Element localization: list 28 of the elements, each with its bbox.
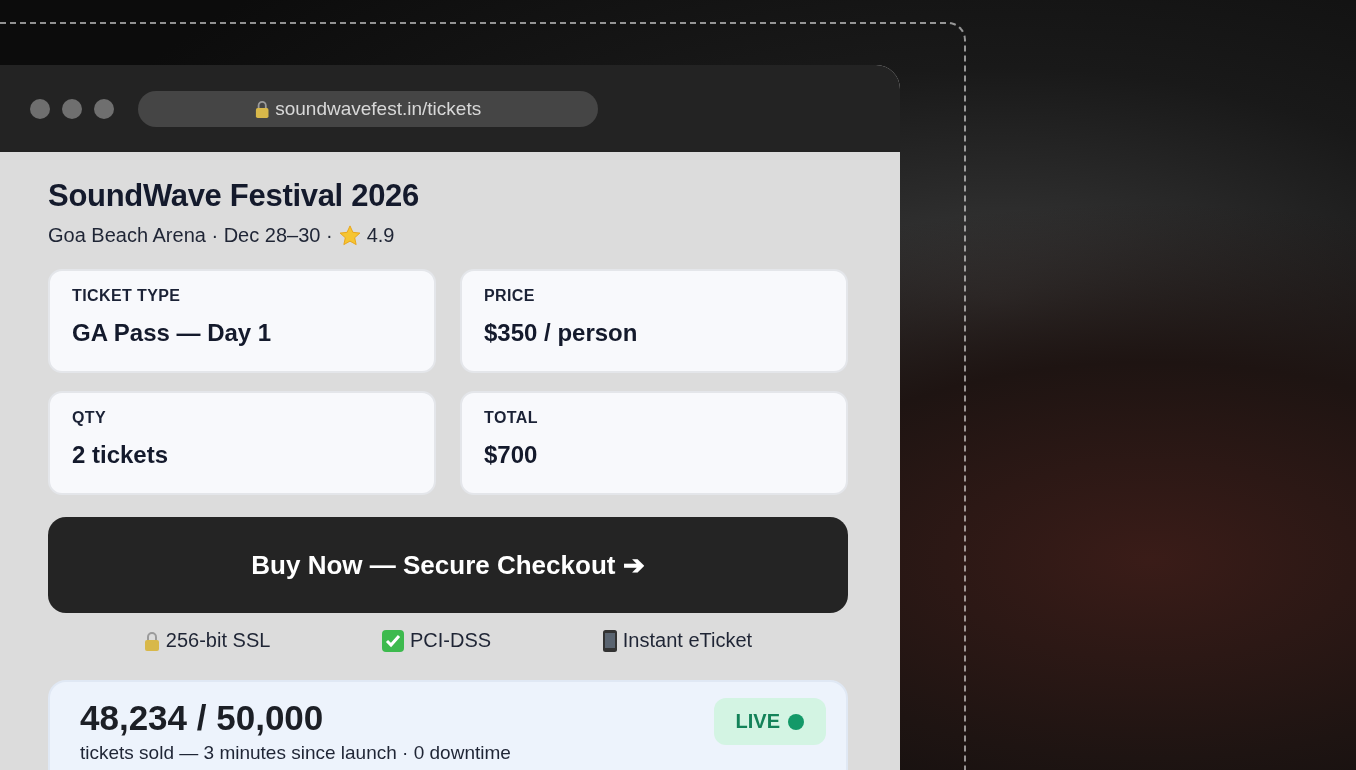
card-value: $350 / person [484,319,639,347]
url-text: soundwavefest.in/tickets [275,97,482,120]
lock-icon [143,630,160,651]
window-dot[interactable] [62,98,82,119]
card-label: TICKET TYPE [72,287,182,305]
card-label: TOTAL [484,409,539,427]
window-dot[interactable] [30,98,50,119]
rating-text: 4.9 [366,224,395,247]
window-dot[interactable] [94,98,114,119]
card-label: PRICE [484,287,536,305]
star-icon [338,224,361,247]
event-title: SoundWave Festival 2026 [48,178,420,214]
sold-caption: tickets sold — 3 minutes since launch · 0 downtime [80,742,511,764]
check-icon [382,629,404,652]
sold-count: 48,234 / 50,000 [80,698,325,738]
event-details: Goa Beach Arena · Dec 28–30 · [48,224,333,247]
live-text: LIVE [735,710,780,733]
phone-icon [602,629,617,652]
address-bar[interactable]: soundwavefest.in/tickets [138,90,598,127]
trust-text: PCI-DSS [410,629,492,652]
lock-icon [254,99,270,118]
trust-text: 256-bit SSL [165,629,271,652]
card-label: QTY [72,409,108,427]
card-value: 2 tickets [72,441,170,469]
card-value: GA Pass — Day 1 [72,319,273,347]
checkout-button[interactable]: Buy Now — Secure Checkout ➔ [48,517,848,613]
card-value: $700 [484,441,539,469]
trust-text: Instant eTicket [622,629,753,652]
